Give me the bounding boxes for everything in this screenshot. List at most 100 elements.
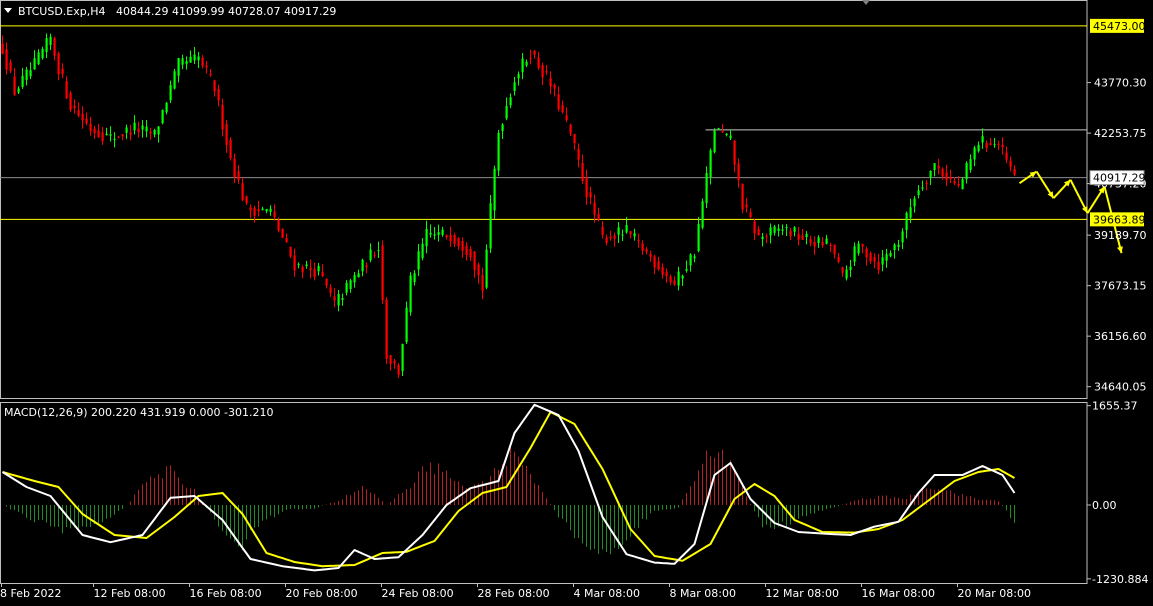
bear-candle: [581, 163, 584, 181]
bull-candle: [729, 135, 732, 139]
bull-candle: [785, 227, 788, 229]
bull-candle: [49, 36, 52, 45]
bull-candle: [33, 58, 36, 70]
bear-candle: [69, 92, 72, 110]
bull-candle: [961, 179, 964, 190]
trading-chart[interactable]: 43770.3042253.7540737.2039189.7037673.15…: [0, 0, 1153, 602]
macd-tick-label: -1230.884: [1092, 573, 1148, 586]
time-tick-label: 16 Mar 08:00: [862, 587, 935, 600]
bear-candle: [221, 104, 224, 130]
bear-candle: [549, 78, 552, 87]
bear-candle: [209, 73, 212, 76]
bull-candle: [357, 273, 360, 278]
bear-candle: [945, 172, 948, 181]
bull-candle: [265, 208, 268, 212]
time-tick-label: 16 Feb 08:00: [190, 587, 262, 600]
bull-candle: [21, 75, 24, 87]
bull-candle: [621, 234, 624, 236]
bull-candle: [305, 264, 308, 267]
bear-candle: [217, 88, 220, 101]
bear-candle: [9, 62, 12, 72]
bull-candle: [421, 243, 424, 259]
bear-candle: [597, 214, 600, 221]
bear-candle: [237, 171, 240, 180]
bear-candle: [637, 240, 640, 242]
chart-symbol-label: BTCUSD.Exp,H4: [18, 5, 106, 18]
bull-candle: [145, 126, 148, 132]
bear-candle: [1001, 144, 1004, 148]
bear-candle: [249, 207, 252, 211]
bear-candle: [957, 183, 960, 186]
bear-candle: [665, 271, 668, 276]
bull-candle: [153, 129, 156, 135]
bull-candle: [169, 85, 172, 101]
bear-candle: [669, 276, 672, 283]
bear-candle: [293, 255, 296, 271]
bear-candle: [565, 115, 568, 121]
bull-candle: [173, 71, 176, 89]
bull-candle: [409, 275, 412, 313]
bull-candle: [677, 271, 680, 286]
bear-candle: [453, 234, 456, 244]
bear-candle: [257, 209, 260, 212]
bear-candle: [561, 105, 564, 113]
bear-candle: [741, 183, 744, 210]
bull-candle: [901, 231, 904, 243]
bear-candle: [77, 110, 80, 116]
bull-candle: [517, 74, 520, 79]
bull-candle: [497, 132, 500, 171]
bull-candle: [125, 127, 128, 133]
bear-candle: [877, 261, 880, 271]
bear-candle: [365, 265, 368, 267]
bear-candle: [821, 241, 824, 246]
bull-candle: [777, 228, 780, 231]
bull-candle: [905, 212, 908, 231]
bear-candle: [745, 204, 748, 208]
bull-candle: [489, 203, 492, 249]
bear-candle: [653, 256, 656, 268]
bear-candle: [585, 176, 588, 198]
bear-candle: [545, 71, 548, 73]
price-tick-label: 39189.70: [1094, 229, 1147, 242]
bull-candle: [689, 254, 692, 266]
bear-candle: [325, 278, 328, 286]
bull-candle: [25, 69, 28, 81]
bull-candle: [793, 227, 796, 232]
bear-candle: [229, 140, 232, 159]
price-tick-label: 37673.15: [1094, 280, 1147, 293]
bear-candle: [1, 43, 4, 54]
time-tick-label: 4 Mar 08:00: [574, 587, 640, 600]
bull-candle: [261, 208, 264, 211]
time-tick-label: 8 Feb 2022: [0, 587, 61, 600]
bull-candle: [977, 144, 980, 152]
bear-candle: [469, 249, 472, 258]
bear-candle: [373, 255, 376, 257]
bull-candle: [885, 254, 888, 261]
bull-candle: [933, 163, 936, 170]
time-tick-label: 20 Mar 08:00: [958, 587, 1031, 600]
bull-candle: [185, 61, 188, 65]
bear-candle: [861, 243, 864, 247]
bear-candle: [757, 229, 760, 236]
bear-candle: [733, 140, 736, 165]
price-tick-label: 42253.75: [1094, 127, 1147, 140]
bear-candle: [553, 84, 556, 89]
bear-candle: [649, 253, 652, 257]
bear-candle: [205, 65, 208, 68]
bull-candle: [917, 190, 920, 196]
bull-candle: [709, 150, 712, 177]
bear-candle: [445, 235, 448, 238]
bear-candle: [533, 50, 536, 55]
bear-candle: [473, 251, 476, 270]
bull-candle: [857, 243, 860, 254]
bull-candle: [341, 298, 344, 300]
chart-svg[interactable]: 43770.3042253.7540737.2039189.7037673.15…: [0, 0, 1153, 602]
bear-candle: [289, 246, 292, 257]
bull-candle: [29, 70, 32, 77]
macd-tick-label: 0.00: [1092, 499, 1117, 512]
bull-candle: [433, 234, 436, 236]
bull-candle: [45, 38, 48, 53]
bear-candle: [985, 143, 988, 149]
bull-candle: [17, 88, 20, 93]
price-tick-label: 36156.60: [1094, 330, 1147, 343]
